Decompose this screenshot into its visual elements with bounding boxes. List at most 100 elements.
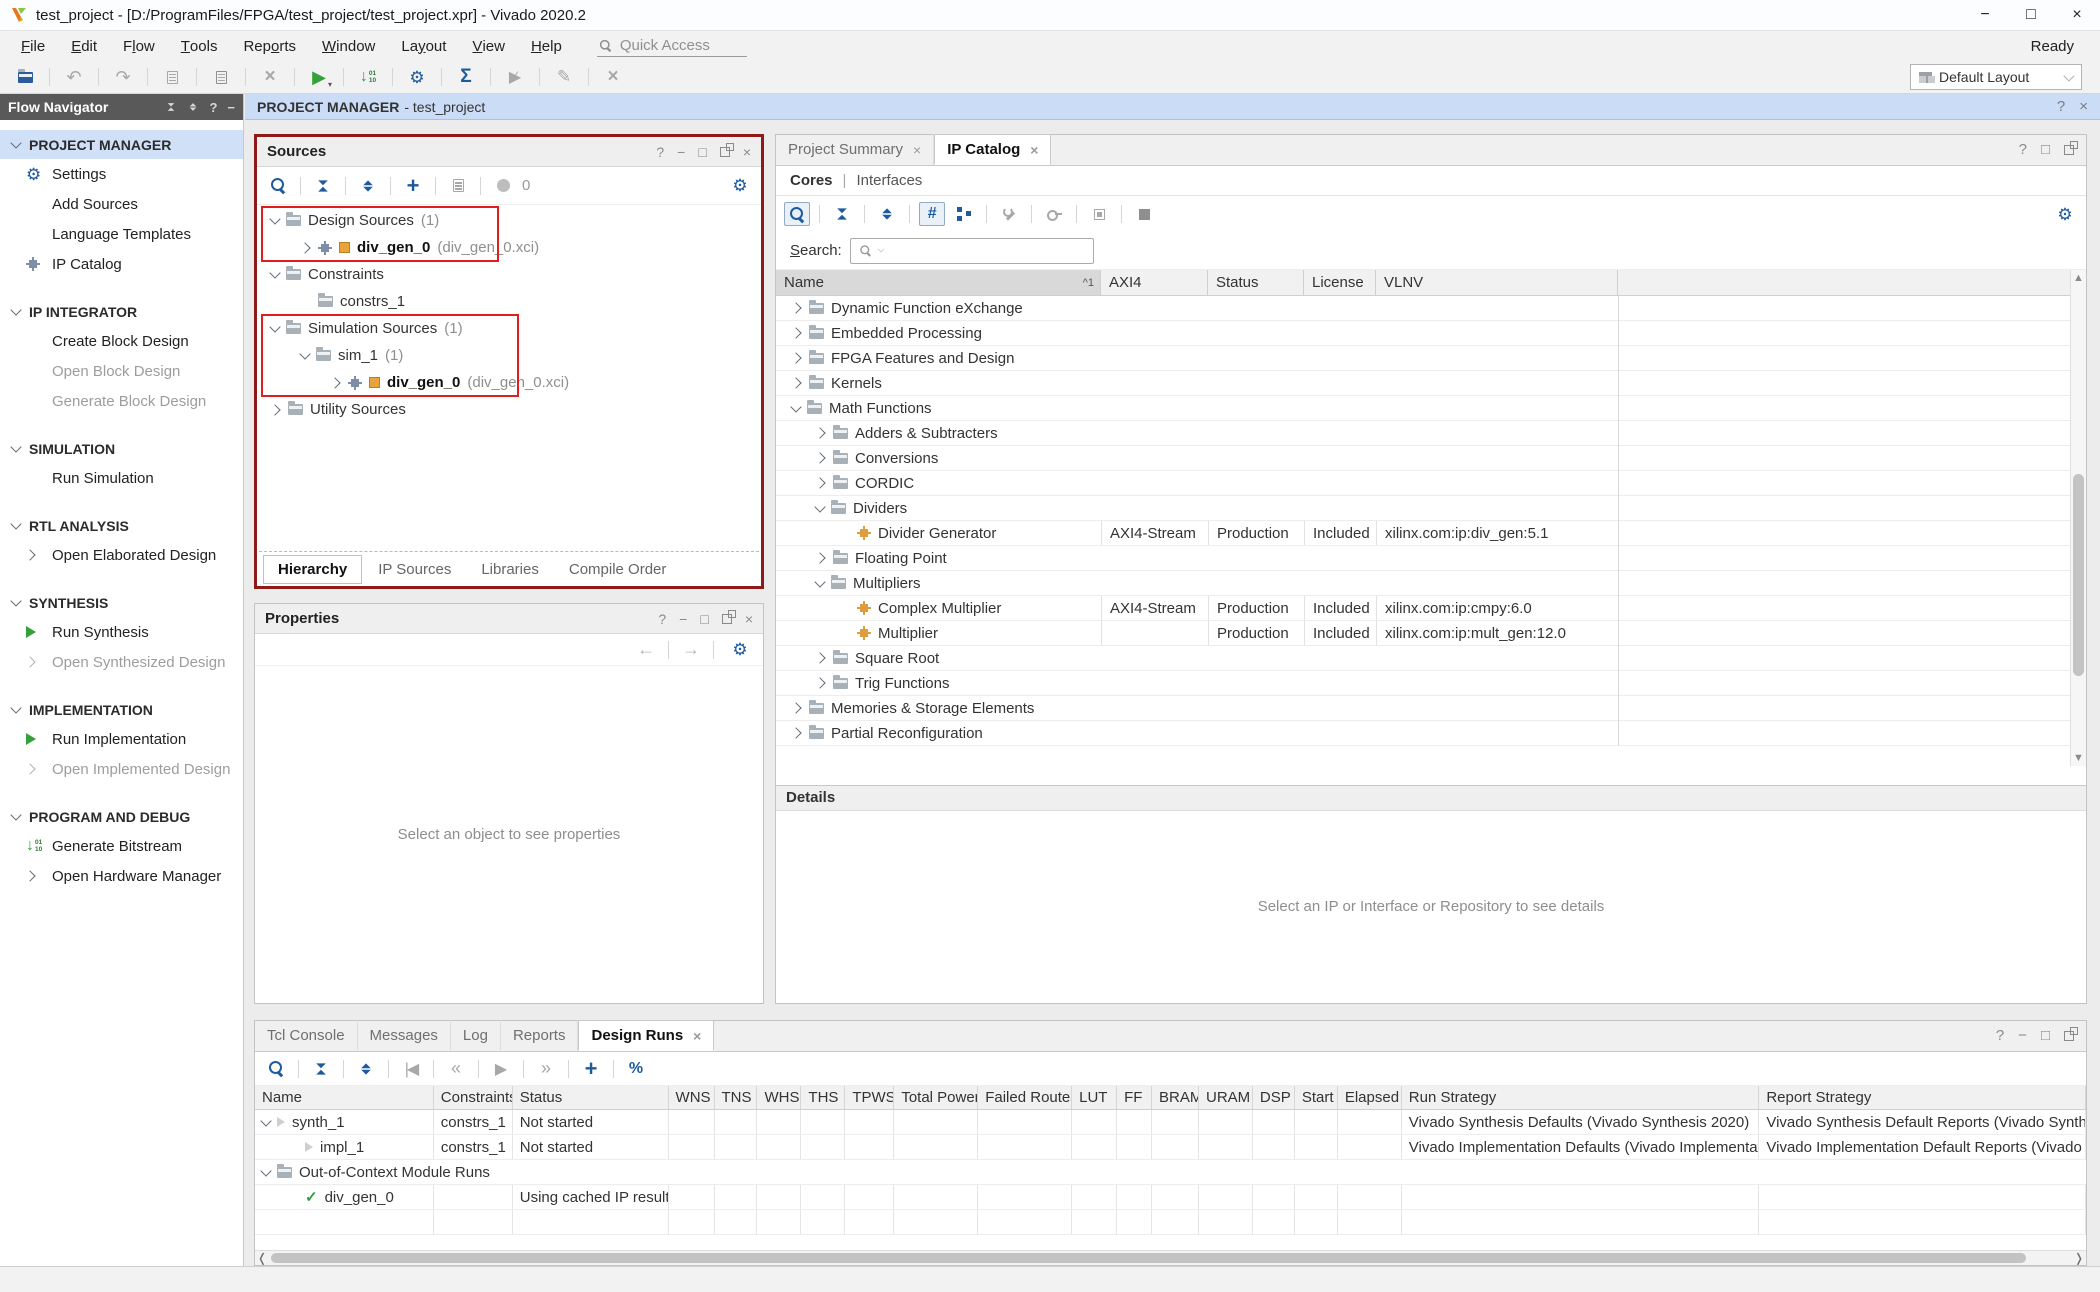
run-row-synth-1[interactable]: synth_1constrs_1Not startedVivado Synthe… [255, 1110, 2086, 1135]
menu-help[interactable]: Help [518, 31, 575, 61]
expander-closed-icon[interactable] [790, 702, 801, 713]
column-header-status[interactable]: Status [1208, 270, 1304, 295]
expander-open-icon[interactable] [790, 401, 801, 412]
column-header-vlnv[interactable]: VLNV [1376, 270, 1618, 295]
license-key-icon[interactable] [1041, 202, 1067, 226]
scroll-left-icon[interactable]: ❬ [255, 1251, 269, 1265]
tab-project-summary[interactable]: Project Summary× [776, 134, 934, 165]
close-tab-icon[interactable]: × [913, 142, 921, 158]
source-tree-item-div-gen-0[interactable]: div_gen_0(div_gen_0.xci) [257, 234, 761, 261]
menu-file[interactable]: File [8, 31, 58, 61]
menu-flow[interactable]: Flow [110, 31, 168, 61]
sidebar-item-run-simulation[interactable]: Run Simulation [0, 463, 243, 493]
device-chip-icon[interactable] [1086, 202, 1112, 226]
delete-icon[interactable]: × [257, 65, 283, 89]
sidebar-section-ip-integrator[interactable]: IP INTEGRATOR [0, 297, 243, 326]
stop-run-icon[interactable]: ▶∕ [502, 65, 528, 89]
column-header-license[interactable]: License [1304, 270, 1376, 295]
expander-open-icon[interactable] [814, 576, 825, 587]
column-header-ths[interactable]: THS [801, 1086, 845, 1109]
sidebar-item-settings[interactable]: ⚙Settings [0, 159, 243, 189]
settings-icon[interactable]: ⚙ [404, 65, 430, 89]
sidebar-section-implementation[interactable]: IMPLEMENTATION [0, 695, 243, 724]
column-header-start[interactable]: Start [1295, 1086, 1338, 1109]
redo-icon[interactable]: ↷ [110, 65, 136, 89]
column-header-dsp[interactable]: DSP [1253, 1086, 1295, 1109]
float-panel-icon[interactable] [2064, 145, 2074, 155]
sidebar-section-simulation[interactable]: SIMULATION [0, 434, 243, 463]
close-icon[interactable]: × [2054, 0, 2100, 30]
settings-gear-icon[interactable]: ⚙ [2052, 202, 2078, 226]
minimize-panel-icon[interactable]: − [2018, 1027, 2027, 1044]
maximize-panel-icon[interactable]: □ [2041, 1027, 2050, 1044]
catalog-row-conversions[interactable]: Conversions [776, 446, 2086, 471]
scroll-down-icon[interactable]: ▼ [2071, 752, 2086, 764]
minimize-panel-icon[interactable]: − [677, 144, 685, 160]
expander-open-icon[interactable] [260, 1165, 271, 1176]
tab-compile-order[interactable]: Compile Order [555, 556, 681, 583]
sidebar-item-generate-block-design[interactable]: Generate Block Design [0, 386, 243, 416]
maximize-icon[interactable]: □ [2008, 0, 2054, 30]
catalog-row-adders-subtracters[interactable]: Adders & Subtracters [776, 421, 2086, 446]
tab-log[interactable]: Log [451, 1020, 501, 1051]
expander-closed-icon[interactable] [329, 377, 340, 388]
expander-open-icon[interactable] [260, 1115, 271, 1126]
catalog-row-math-functions[interactable]: Math Functions [776, 396, 2086, 421]
column-header-bram[interactable]: BRAM [1152, 1086, 1199, 1109]
catalog-row-square-root[interactable]: Square Root [776, 646, 2086, 671]
catalog-row-multipliers[interactable]: Multipliers [776, 571, 2086, 596]
tab-hierarchy[interactable]: Hierarchy [263, 555, 362, 584]
catalog-row-divider-generator[interactable]: Divider GeneratorAXI4-StreamProductionIn… [776, 521, 2086, 546]
sidebar-item-run-synthesis[interactable]: Run Synthesis [0, 617, 243, 647]
expander-closed-icon[interactable] [814, 652, 825, 663]
catalog-row-embedded-processing[interactable]: Embedded Processing [776, 321, 2086, 346]
tab-messages[interactable]: Messages [358, 1020, 451, 1051]
scroll-right-icon[interactable]: ❭ [2072, 1251, 2086, 1265]
column-header-name[interactable]: Name^1 [776, 270, 1101, 295]
catalog-row-fpga-features-and-design[interactable]: FPGA Features and Design [776, 346, 2086, 371]
sidebar-item-language-templates[interactable]: Language Templates [0, 219, 243, 249]
sidebar-item-create-block-design[interactable]: Create Block Design [0, 326, 243, 356]
subtab-cores[interactable]: Cores [790, 172, 833, 189]
menu-tools[interactable]: Tools [168, 31, 231, 61]
run-icon[interactable]: ▶▾ [306, 65, 332, 89]
catalog-row-dividers[interactable]: Dividers [776, 496, 2086, 521]
source-tree-item-design-sources[interactable]: Design Sources(1) [257, 207, 761, 234]
edit-icon[interactable]: ✎ [551, 65, 577, 89]
expander-open-icon[interactable] [269, 213, 280, 224]
close-panel-icon[interactable]: × [745, 611, 753, 627]
catalog-row-memories-storage-elements[interactable]: Memories & Storage Elements [776, 696, 2086, 721]
sidebar-item-open-elaborated-design[interactable]: Open Elaborated Design [0, 540, 243, 570]
horizontal-scrollbar[interactable]: ❬ ❭ [255, 1250, 2086, 1265]
column-header-tns[interactable]: TNS [715, 1086, 758, 1109]
expander-open-icon[interactable] [299, 348, 310, 359]
expand-all-icon[interactable] [190, 103, 197, 111]
collapse-all-icon[interactable] [308, 1057, 334, 1081]
sidebar-section-project-manager[interactable]: PROJECT MANAGER [0, 130, 243, 159]
sidebar-section-synthesis[interactable]: SYNTHESIS [0, 588, 243, 617]
cancel-icon[interactable]: × [600, 65, 626, 89]
add-sources-icon[interactable]: + [400, 174, 426, 198]
sidebar-section-rtl-analysis[interactable]: RTL ANALYSIS [0, 511, 243, 540]
column-header-failed-routes[interactable]: Failed Routes [978, 1086, 1072, 1109]
group-hierarchy-icon[interactable] [951, 202, 977, 226]
help-icon[interactable]: ? [2019, 141, 2027, 158]
copy-icon[interactable] [159, 65, 185, 89]
subtab-interfaces[interactable]: Interfaces [856, 172, 922, 189]
column-header-uram[interactable]: URAM [1199, 1086, 1253, 1109]
expand-all-icon[interactable] [355, 174, 381, 198]
layout-select[interactable]: Default Layout [1910, 64, 2082, 90]
paste-icon[interactable] [208, 65, 234, 89]
vertical-scrollbar[interactable]: ▲ ▼ [2070, 270, 2086, 766]
close-icon[interactable]: × [2079, 98, 2088, 115]
column-header-ff[interactable]: FF [1117, 1086, 1152, 1109]
minimize-panel-icon[interactable]: − [679, 611, 687, 627]
column-header-lut[interactable]: LUT [1072, 1086, 1117, 1109]
run-row-div-gen-0[interactable]: ✓div_gen_0Using cached IP results [255, 1185, 2086, 1210]
help-icon[interactable]: ? [658, 611, 666, 627]
tab-ip-sources[interactable]: IP Sources [364, 556, 465, 583]
float-panel-icon[interactable] [722, 614, 732, 624]
source-tree-item-sim-1[interactable]: sim_1(1) [257, 342, 761, 369]
generate-bitstream-icon[interactable]: ↓0110 [355, 65, 381, 89]
stop-icon[interactable] [1131, 202, 1157, 226]
